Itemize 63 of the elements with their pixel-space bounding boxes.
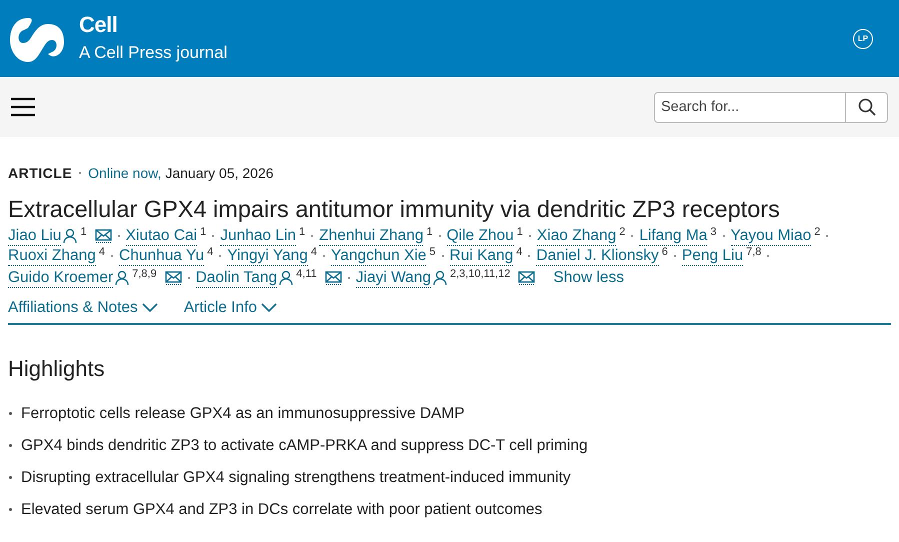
author-link[interactable]: Zhenhui Zhang	[319, 226, 424, 246]
affiliation-number: 1	[516, 226, 523, 239]
search-icon	[858, 98, 876, 116]
publication-date: January 05, 2026	[165, 164, 274, 182]
author-link[interactable]: Yayou Miao	[730, 226, 812, 246]
affiliation-number: 4	[98, 246, 106, 259]
author-link[interactable]: Xiutao Cai	[126, 226, 198, 246]
author-link[interactable]: Peng Liu	[682, 246, 744, 266]
article-title: Extracellular GPX4 impairs antitumor immunity via dendritic ZP3 receptors	[8, 195, 781, 224]
online-status: Online now,	[88, 164, 162, 182]
search-field[interactable]: Search for...	[654, 92, 846, 122]
highlight-text: Ferroptotic cells release GPX4 as an immunosuppressive DAMP	[21, 404, 465, 424]
person-icon[interactable]	[279, 270, 294, 286]
affiliation-number: 4,11	[296, 268, 317, 281]
section-toggle[interactable]: Article Info	[184, 296, 278, 320]
user-avatar[interactable]: LP	[853, 28, 873, 48]
affiliation-number: 2,3,10,11,12	[450, 268, 510, 281]
search-button[interactable]	[846, 92, 888, 122]
affiliation-number: 7,8	[746, 246, 762, 259]
envelope-icon[interactable]	[518, 271, 536, 285]
author-link[interactable]: Ruoxi Zhang	[8, 246, 96, 266]
affiliation-number: 5	[429, 246, 436, 259]
highlight-text: Elevated serum GPX4 and ZP3 in DCs correlate with poor patient outcomes	[21, 500, 542, 520]
journal-subtitle: A Cell Press journal	[79, 42, 228, 64]
show-less-link[interactable]: Show less	[553, 266, 624, 290]
author-link[interactable]: Yangchun Xie	[331, 246, 426, 266]
author-link[interactable]: Jiao Liu	[8, 226, 62, 246]
affiliation-number: 4	[207, 246, 214, 259]
author-link[interactable]: Guido Kroemer	[8, 268, 114, 288]
affiliation-number: 4	[516, 246, 522, 259]
author-link[interactable]: Daolin Tang	[196, 268, 278, 288]
affiliation-number: 6	[662, 246, 668, 259]
person-icon[interactable]	[63, 228, 78, 244]
author-link[interactable]: Rui Kang	[450, 246, 514, 266]
affiliation-number: 1	[299, 226, 306, 239]
author-link[interactable]: Qile Zhou	[446, 226, 514, 246]
article-type: ARTICLE	[8, 164, 72, 182]
journal-name[interactable]: Cell	[79, 12, 228, 38]
affiliation-number: 1	[80, 226, 87, 239]
affiliation-number: 4	[310, 246, 318, 259]
envelope-icon[interactable]	[324, 271, 342, 285]
affiliation-number: 1	[200, 226, 206, 239]
author-link[interactable]: Lifang Ma	[639, 226, 708, 246]
affiliation-number: 2	[619, 226, 626, 239]
author-link[interactable]: Xiao Zhang	[536, 226, 616, 246]
author-link[interactable]: Daniel J. Klionsky	[536, 246, 659, 266]
affiliation-number: 2	[814, 226, 820, 239]
affiliation-number: 7,8,9	[132, 268, 157, 281]
author-link[interactable]: Jiayi Wang	[356, 268, 431, 288]
menu-icon[interactable]	[10, 97, 36, 117]
highlights-heading: Highlights	[8, 355, 106, 384]
affiliation-number: 3	[710, 226, 717, 239]
person-icon[interactable]	[433, 270, 447, 286]
affiliation-number: 1	[426, 226, 433, 239]
author-link[interactable]: Junhao Lin	[220, 226, 296, 246]
envelope-icon[interactable]	[94, 229, 112, 243]
author-link[interactable]: Yingyi Yang	[227, 246, 308, 266]
section-toggle[interactable]: Affiliations & Notes	[8, 296, 158, 320]
highlight-text: GPX4 binds dendritic ZP3 to activate cAMP-PRKA and suppress DC-T cell priming	[21, 436, 588, 456]
highlight-text: Disrupting extracellular GPX4 signaling strengthens treatment-induced immunity	[21, 468, 571, 488]
envelope-icon[interactable]	[164, 271, 182, 285]
person-icon[interactable]	[115, 270, 130, 286]
author-link[interactable]: Chunhua Yu	[119, 246, 204, 266]
